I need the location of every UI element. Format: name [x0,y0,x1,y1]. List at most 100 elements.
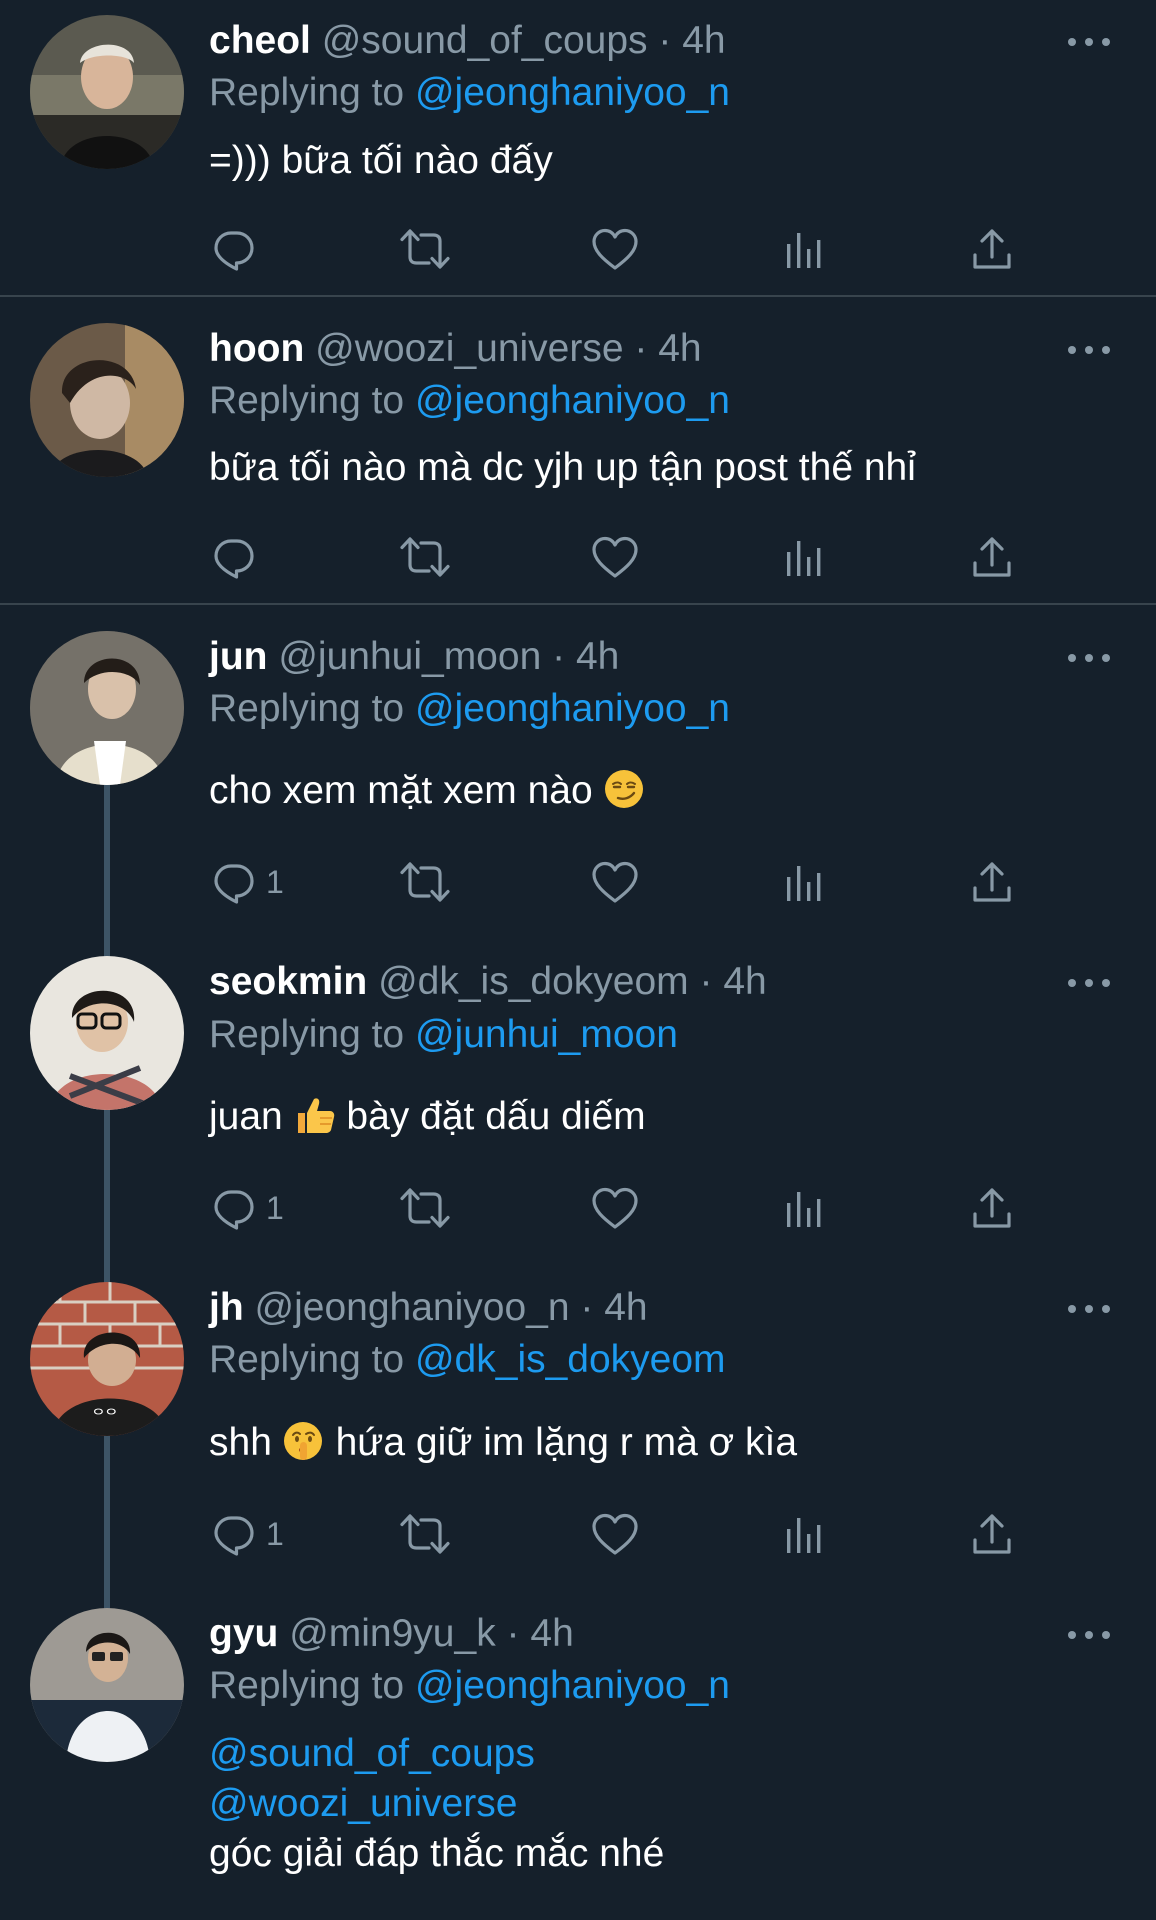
retweet-button[interactable] [398,857,452,907]
retweet-button[interactable] [398,224,452,274]
more-icon [1064,32,1114,52]
reply-count: 1 [266,1515,284,1552]
more-options-button[interactable] [1064,1299,1114,1319]
reply-icon [212,535,256,579]
views-button[interactable] [781,857,825,907]
action-bar [209,224,1029,274]
timestamp[interactable]: 4h [530,1612,573,1655]
share-button[interactable] [970,857,1014,907]
avatar[interactable] [30,1608,184,1762]
replying-to: Replying to @junhui_moon [209,1010,678,1060]
more-options-button[interactable] [1064,340,1114,360]
timestamp[interactable]: 4h [576,635,619,678]
share-button[interactable] [970,224,1014,274]
avatar[interactable]: ᄋᄋ [30,1282,184,1436]
avatar[interactable] [30,631,184,785]
avatar[interactable] [30,956,184,1110]
display-name[interactable]: hoon [209,327,304,370]
reply-button[interactable]: 1 [212,857,284,907]
replying-mention[interactable]: @jeonghaniyoo_n [415,1664,730,1707]
timestamp[interactable]: 4h [723,960,766,1003]
user-handle[interactable]: @dk_is_dokyeom [378,960,689,1003]
display-name[interactable]: gyu [209,1612,278,1655]
tweet-text-before: shh [209,1421,272,1464]
reply-button[interactable] [212,224,266,274]
display-name[interactable]: jun [209,635,267,678]
more-options-button[interactable] [1064,32,1114,52]
user-handle[interactable]: @woozi_universe [315,327,623,370]
replying-label: Replying to [209,1664,405,1707]
timestamp[interactable]: 4h [604,1286,647,1329]
replying-label: Replying to [209,379,405,422]
more-options-button[interactable] [1064,1625,1114,1645]
like-icon [591,860,639,904]
views-button[interactable] [781,1183,825,1233]
avatar[interactable] [30,323,184,477]
svg-text:ᄋᄋ: ᄋᄋ [92,1408,118,1424]
replying-label: Replying to [209,71,405,114]
retweet-button[interactable] [398,1183,452,1233]
like-icon [591,1512,639,1556]
mention-link[interactable]: @sound_of_coups [209,1729,664,1779]
share-button[interactable] [970,1183,1014,1233]
more-options-button[interactable] [1064,973,1114,993]
timestamp[interactable]: 4h [658,327,701,370]
reply-button[interactable]: 1 [212,1183,284,1233]
more-icon [1064,340,1114,360]
user-handle[interactable]: @junhui_moon [278,635,541,678]
like-button[interactable] [591,532,639,582]
retweet-button[interactable] [398,532,452,582]
views-button[interactable] [781,1509,825,1559]
display-name[interactable]: seokmin [209,960,367,1003]
reply-count: 1 [266,1189,284,1226]
tweet-header: jh @jeonghaniyoo_n · 4h [209,1283,648,1333]
tweet-text-content: cho xem mặt xem nào [209,769,593,812]
views-icon [781,535,825,579]
replying-to: Replying to @jeonghaniyoo_n [209,68,730,118]
replying-mention[interactable]: @dk_is_dokyeom [415,1338,726,1381]
user-handle[interactable]: @jeonghaniyoo_n [255,1286,570,1329]
action-bar: 1 [209,1509,1029,1559]
tweet-header: hoon @woozi_universe · 4h [209,324,702,374]
tweet-text: bữa tối nào mà dc yjh up tận post thế nh… [209,446,916,489]
views-icon [781,860,825,904]
views-button[interactable] [781,532,825,582]
user-handle[interactable]: @min9yu_k [289,1612,496,1655]
reply-button[interactable] [212,532,266,582]
reply-icon [212,1512,256,1556]
user-handle[interactable]: @sound_of_coups [322,19,648,62]
replying-mention[interactable]: @jeonghaniyoo_n [415,687,730,730]
mention-link[interactable]: @woozi_universe [209,1779,664,1829]
like-button[interactable] [591,1183,639,1233]
like-button[interactable] [591,1509,639,1559]
thumbs-up-emoji-icon [297,1098,334,1133]
more-options-button[interactable] [1064,648,1114,668]
views-button[interactable] [781,224,825,274]
divider [0,603,1156,605]
like-button[interactable] [591,857,639,907]
tweet-text-content: góc giải đáp thắc mắc nhé [209,1832,665,1875]
reply-button[interactable]: 1 [212,1509,284,1559]
more-icon [1064,973,1114,993]
replying-label: Replying to [209,1338,405,1381]
display-name[interactable]: cheol [209,19,311,62]
tweet-header: gyu @min9yu_k · 4h [209,1609,574,1659]
retweet-icon [398,535,452,579]
retweet-button[interactable] [398,1509,452,1559]
tweet-text-after: bày đặt dấu diếm [346,1095,646,1138]
replying-label: Replying to [209,1013,405,1056]
action-bar [209,532,1029,582]
share-button[interactable] [970,532,1014,582]
replying-mention[interactable]: @jeonghaniyoo_n [415,71,730,114]
display-name[interactable]: jh [209,1286,244,1329]
timestamp[interactable]: 4h [682,19,725,62]
replying-to: Replying to @jeonghaniyoo_n [209,684,730,734]
replying-mention[interactable]: @jeonghaniyoo_n [415,379,730,422]
divider [0,295,1156,297]
tweet-header: seokmin @dk_is_dokyeom · 4h [209,957,767,1007]
like-button[interactable] [591,224,639,274]
separator-dot: · [658,19,672,62]
replying-mention[interactable]: @junhui_moon [415,1013,678,1056]
avatar[interactable] [30,15,184,169]
share-button[interactable] [970,1509,1014,1559]
